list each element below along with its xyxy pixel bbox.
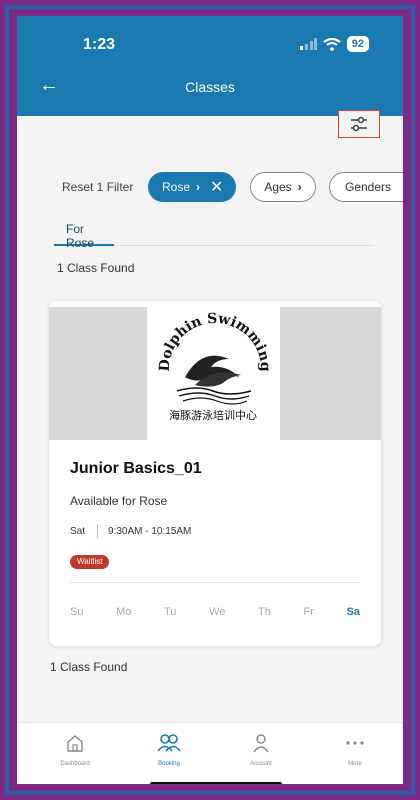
class-schedule: Sat 9:30AM - 10:15AM (70, 524, 191, 538)
weekday-row: Su Mo Tu We Th Fr Sa (70, 606, 360, 618)
class-time: 9:30AM - 10:15AM (108, 525, 192, 537)
results-count-top: 1 Class Found (57, 261, 135, 275)
chevron-right-icon: › (297, 180, 302, 194)
chevron-right-icon: › (196, 180, 201, 194)
nav-label: More (348, 761, 362, 767)
app-header: 1:23 92 ← Classes (17, 16, 403, 116)
divider (97, 524, 99, 538)
bottom-nav: Dashboard Booking Account More (17, 722, 403, 784)
chip-label: Ages (264, 180, 292, 194)
chip-label: Rose (162, 180, 191, 194)
sliders-icon (351, 116, 367, 132)
weekday-fr: Fr (303, 606, 314, 618)
class-day: Sat (70, 525, 86, 537)
nav-label: Account (250, 761, 272, 767)
home-indicator (150, 782, 282, 784)
status-badge-waitlist: Waitlist (70, 555, 110, 569)
filter-chip-row: Reset 1 Filter Rose › ✕ Ages › Genders (17, 172, 403, 202)
reset-filter-link[interactable]: Reset 1 Filter (62, 180, 133, 194)
weekday-th: Th (258, 606, 271, 618)
filter-chip-genders[interactable]: Genders (329, 172, 403, 202)
chip-label: Genders (345, 180, 392, 194)
wifi-icon (323, 37, 341, 51)
filter-chip-rose[interactable]: Rose › ✕ (148, 172, 236, 202)
close-icon[interactable]: ✕ (210, 177, 223, 197)
nav-label: Dashboard (60, 761, 90, 767)
page-title: Classes (185, 79, 235, 95)
results-count-bottom: 1 Class Found (50, 660, 128, 674)
tab-bar: For Rose (54, 220, 374, 250)
weekday-su: Su (70, 606, 84, 618)
nav-label: Booking (158, 761, 180, 767)
class-availability: Available for Rose (70, 494, 168, 508)
class-name: Junior Basics_01 (70, 460, 202, 477)
home-icon (67, 735, 83, 752)
phone-screen: 1:23 92 ← Classes Reset 1 Filter Rose › … (17, 16, 403, 784)
class-card[interactable]: Dolphin Swimming 海豚游泳培训中心 Junior Basics_… (49, 301, 381, 646)
signal-icon (299, 38, 317, 50)
battery-indicator: 92 (346, 36, 369, 52)
filter-settings-button[interactable] (338, 110, 380, 138)
logo-text-cn: 海豚游泳培训中心 (169, 408, 257, 422)
people-icon (157, 734, 181, 752)
status-icons: 92 (299, 36, 369, 52)
dolphin-swimming-logo: Dolphin Swimming 海豚游泳培训中心 (147, 307, 280, 440)
divider (70, 582, 360, 583)
more-icon (346, 741, 364, 745)
class-banner: Dolphin Swimming 海豚游泳培训中心 (49, 307, 381, 440)
nav-more[interactable]: More (325, 731, 385, 767)
weekday-we: We (209, 606, 226, 618)
nav-booking[interactable]: Booking (139, 731, 199, 767)
person-icon (253, 734, 269, 753)
nav-dashboard[interactable]: Dashboard (45, 731, 105, 767)
weekday-tu: Tu (164, 606, 177, 618)
filter-chip-ages[interactable]: Ages › (250, 172, 316, 202)
weekday-sa: Sa (346, 606, 360, 618)
nav-account[interactable]: Account (231, 731, 291, 767)
weekday-mo: Mo (116, 606, 132, 618)
status-time: 1:23 (83, 36, 116, 53)
logo-image: Dolphin Swimming 海豚游泳培训中心 (157, 311, 273, 422)
tab-for-rose[interactable]: For Rose (54, 220, 114, 250)
